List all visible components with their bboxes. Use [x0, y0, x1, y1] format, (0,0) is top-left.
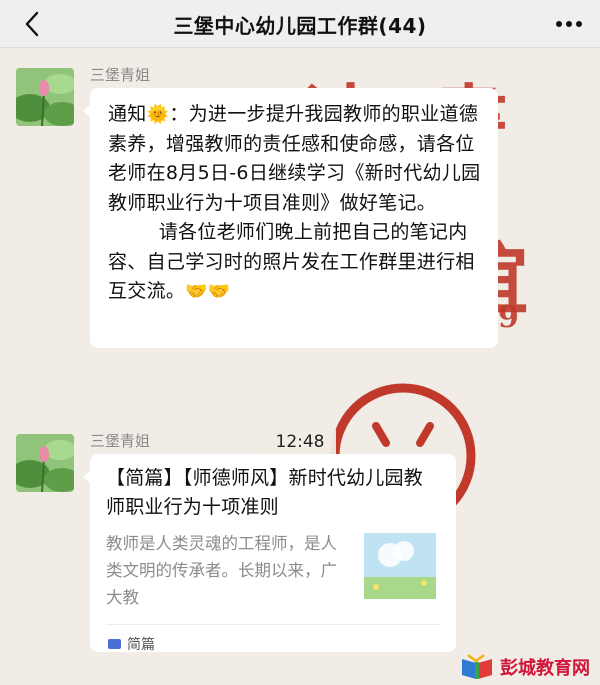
- sky-thumbnail-icon: [364, 533, 436, 599]
- jianpian-logo-icon: [108, 639, 121, 649]
- message-timestamp: 12:48: [264, 427, 336, 457]
- card-divider: [106, 624, 440, 625]
- link-card-thumbnail: [364, 533, 436, 599]
- message-text: 通知🌞：为进一步提升我园教师的职业道德素养，增强教师的责任感和使命感，请各位老师…: [108, 100, 484, 307]
- lotus-leaf-avatar-icon: [16, 434, 74, 492]
- link-card-source-label: 简篇: [127, 637, 155, 653]
- message-prefix: 通知: [108, 103, 147, 125]
- sender-avatar[interactable]: [16, 68, 74, 126]
- sender-name: 三堡青姐: [90, 432, 151, 450]
- sender-name: 三堡青姐: [90, 66, 151, 84]
- message-body: ：为进一步提升我园教师的职业道德素养，增强教师的责任感和使命感，请各位老师在8月…: [108, 103, 481, 302]
- link-card-title: 【简篇】【师德师风】新时代幼儿园教师职业行为十项准则: [106, 467, 423, 518]
- chat-area[interactable]: 读 書 谊 9 三堡青姐 通知🌞：为进一步提升我园教师的职业道德素养，增强教师的…: [0, 48, 600, 685]
- chat-title: 三堡中心幼儿园工作群(44): [173, 14, 427, 38]
- watermark-text: 彭城教育网: [500, 658, 590, 679]
- link-card-source[interactable]: 简篇: [108, 634, 155, 654]
- chat-header: 三堡中心幼儿园工作群(44): [0, 0, 600, 48]
- sun-emoji-icon: 🌞: [146, 104, 170, 125]
- handshake-emoji-icon: 🤝🤝: [185, 281, 231, 302]
- link-card-description: 教师是人类灵魂的工程师，是人类文明的传承者。长期以来，广大教: [106, 534, 337, 607]
- more-options-icon[interactable]: [552, 12, 586, 36]
- wallpaper-glyph-4: 9: [498, 300, 519, 335]
- book-logo-icon: [462, 654, 492, 679]
- sender-avatar[interactable]: [16, 434, 74, 492]
- lotus-leaf-avatar-icon: [16, 68, 74, 126]
- watermark: 彭城教育网: [460, 653, 590, 681]
- link-card[interactable]: 【简篇】【师德师风】新时代幼儿园教师职业行为十项准则 教师是人类灵魂的工程师，是…: [83, 454, 456, 654]
- message-bubble[interactable]: 通知🌞：为进一步提升我园教师的职业道德素养，增强教师的责任感和使命感，请各位老师…: [83, 88, 498, 348]
